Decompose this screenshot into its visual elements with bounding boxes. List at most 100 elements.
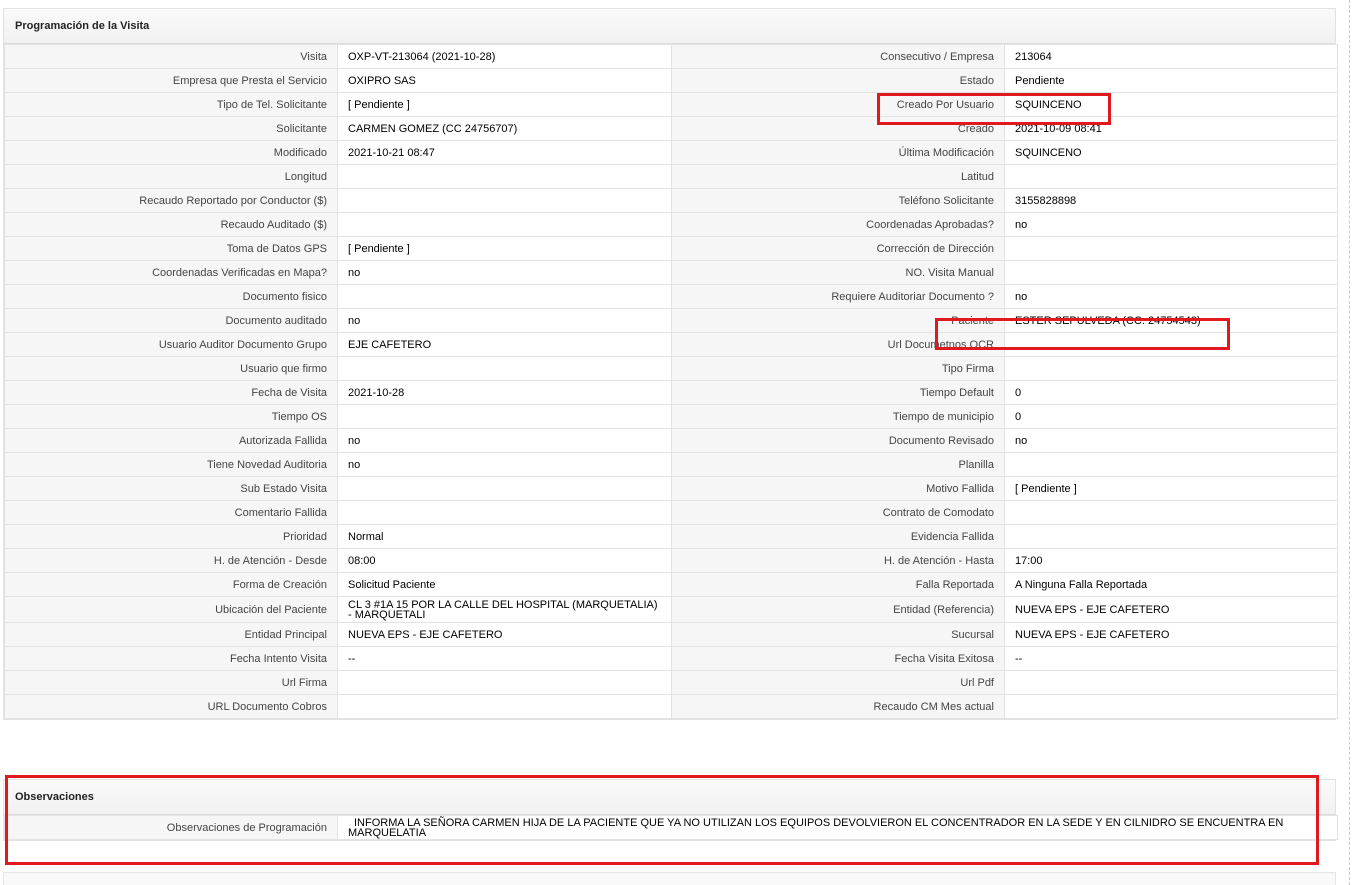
- field-label: Sub Estado Visita: [4, 476, 338, 501]
- field-label: Visita: [4, 44, 338, 69]
- field-value: --: [337, 646, 672, 671]
- field-value: no: [1004, 284, 1338, 309]
- field-value: [337, 164, 672, 189]
- field-value: OXP-VT-213064 (2021-10-28): [337, 44, 672, 69]
- field-value: no: [337, 308, 672, 333]
- field-value: EJE CAFETERO: [337, 332, 672, 357]
- field-label: Requiere Auditoriar Documento ?: [671, 284, 1005, 309]
- field-value: OXIPRO SAS: [337, 68, 672, 93]
- table-row: Ubicación del Paciente CL 3 #1A 15 POR LA…: [4, 596, 1338, 623]
- field-label: Tiene Novedad Auditoria: [4, 452, 338, 477]
- field-label: Teléfono Solicitante: [671, 188, 1005, 213]
- observaciones-title: Observaciones: [4, 780, 1335, 815]
- table-row: Tipo de Tel. Solicitante[ Pendiente ] Cre…: [4, 92, 1338, 117]
- field-label: Creado: [671, 116, 1005, 141]
- table-row: Comentario Fallida Contrato de Comodato: [4, 500, 1338, 525]
- field-value: [337, 356, 672, 381]
- field-label: Longitud: [4, 164, 338, 189]
- field-value: [ Pendiente ]: [337, 236, 672, 261]
- field-value: SQUINCENO: [1004, 140, 1338, 165]
- field-label: Recaudo CM Mes actual: [671, 694, 1005, 719]
- field-label: Documento fisico: [4, 284, 338, 309]
- field-value: [1004, 694, 1338, 719]
- field-value: 3155828898: [1004, 188, 1338, 213]
- field-label: Usuario que firmo: [4, 356, 338, 381]
- field-label: Coordenadas Verificadas en Mapa?: [4, 260, 338, 285]
- field-value: [1004, 524, 1338, 549]
- table-row: Usuario Auditor Documento Grupo EJE CAFET…: [4, 332, 1338, 357]
- field-value: no: [1004, 428, 1338, 453]
- field-value: 2021-10-09 08:41: [1004, 116, 1338, 141]
- field-label: Paciente: [671, 308, 1005, 333]
- field-value: SQUINCENO: [1004, 92, 1338, 117]
- table-row: Autorizada Fallida no Documento Revisado no: [4, 428, 1338, 453]
- table-row: Forma de Creación Solicitud Paciente Falla…: [4, 572, 1338, 597]
- field-label: Comentario Fallida: [4, 500, 338, 525]
- field-value: [1004, 332, 1338, 357]
- field-value: 2021-10-28: [337, 380, 672, 405]
- field-label: Empresa que Presta el Servicio: [4, 68, 338, 93]
- field-label: URL Documento Cobros: [4, 694, 338, 719]
- field-value: [1004, 670, 1338, 695]
- field-label: Evidencia Fallida: [671, 524, 1005, 549]
- next-panel-edge: [3, 872, 1336, 885]
- observaciones-label: Observaciones de Programación: [4, 815, 338, 840]
- field-value: [1004, 500, 1338, 525]
- field-value: [337, 500, 672, 525]
- field-label: Entidad (Referencia): [671, 596, 1005, 623]
- table-row: Visita OXP-VT-213064 (2021-10-28) Consecut…: [4, 44, 1338, 69]
- field-value: [1004, 452, 1338, 477]
- field-value: CL 3 #1A 15 POR LA CALLE DEL HOSPITAL (M…: [337, 596, 672, 623]
- field-value: --: [1004, 646, 1338, 671]
- table-row: Entidad Principal NUEVA EPS - EJE CAFETER…: [4, 622, 1338, 647]
- field-label: Última Modificación: [671, 140, 1005, 165]
- field-label: Usuario Auditor Documento Grupo: [4, 332, 338, 357]
- table-row: Fecha de Visita 2021-10-28 Tiempo Default 0: [4, 380, 1338, 405]
- field-label: Url Pdf: [671, 670, 1005, 695]
- table-row: URL Documento Cobros Recaudo CM Mes actua…: [4, 694, 1338, 719]
- field-value: 0: [1004, 380, 1338, 405]
- field-value: [337, 284, 672, 309]
- field-label: Creado Por Usuario: [671, 92, 1005, 117]
- table-row: Sub Estado Visita Motivo Fallida[ Pendien…: [4, 476, 1338, 501]
- field-label: Recaudo Reportado por Conductor ($): [4, 188, 338, 213]
- observaciones-table: Observaciones de Programación INFORMA LA…: [4, 815, 1338, 840]
- field-label: Corrección de Dirección: [671, 236, 1005, 261]
- field-label: Url Documetnos OCR: [671, 332, 1005, 357]
- table-row: Observaciones de Programación INFORMA LA…: [4, 815, 1338, 840]
- table-row: Toma de Datos GPS[ Pendiente ] Corrección…: [4, 236, 1338, 261]
- field-value: NUEVA EPS - EJE CAFETERO: [1004, 596, 1338, 623]
- field-label: Ubicación del Paciente: [4, 596, 338, 623]
- field-label: H. de Atención - Desde: [4, 548, 338, 573]
- field-value: no: [337, 428, 672, 453]
- field-label: Tiempo Default: [671, 380, 1005, 405]
- field-label: Toma de Datos GPS: [4, 236, 338, 261]
- field-label: Autorizada Fallida: [4, 428, 338, 453]
- field-value: [337, 476, 672, 501]
- table-row: Recaudo Auditado ($) Coordenadas Aprobada…: [4, 212, 1338, 237]
- field-label: Fecha de Visita: [4, 380, 338, 405]
- programacion-title: Programación de la Visita: [4, 9, 1335, 44]
- field-label: Estado: [671, 68, 1005, 93]
- field-value: [337, 188, 672, 213]
- field-value: [337, 694, 672, 719]
- field-label: Tiempo OS: [4, 404, 338, 429]
- table-row: Prioridad Normal Evidencia Fallida: [4, 524, 1338, 549]
- page-scroll-guide: [1349, 0, 1350, 885]
- field-value: NUEVA EPS - EJE CAFETERO: [1004, 622, 1338, 647]
- field-value: Pendiente: [1004, 68, 1338, 93]
- field-value: 08:00: [337, 548, 672, 573]
- table-row: Url Firma Url Pdf: [4, 670, 1338, 695]
- table-row: Fecha Intento Visita -- Fecha Visita Exito…: [4, 646, 1338, 671]
- field-label: Coordenadas Aprobadas?: [671, 212, 1005, 237]
- field-value: Solicitud Paciente: [337, 572, 672, 597]
- table-row: Tiempo OS Tiempo de municipio 0: [4, 404, 1338, 429]
- table-row: Documento auditado no Paciente ESTER SEPULV…: [4, 308, 1338, 333]
- field-value: 17:00: [1004, 548, 1338, 573]
- field-value: [ Pendiente ]: [337, 92, 672, 117]
- field-label: Documento Revisado: [671, 428, 1005, 453]
- field-label: NO. Visita Manual: [671, 260, 1005, 285]
- field-value: [337, 404, 672, 429]
- table-row: Recaudo Reportado por Conductor ($) Teléf…: [4, 188, 1338, 213]
- field-value: A Ninguna Falla Reportada: [1004, 572, 1338, 597]
